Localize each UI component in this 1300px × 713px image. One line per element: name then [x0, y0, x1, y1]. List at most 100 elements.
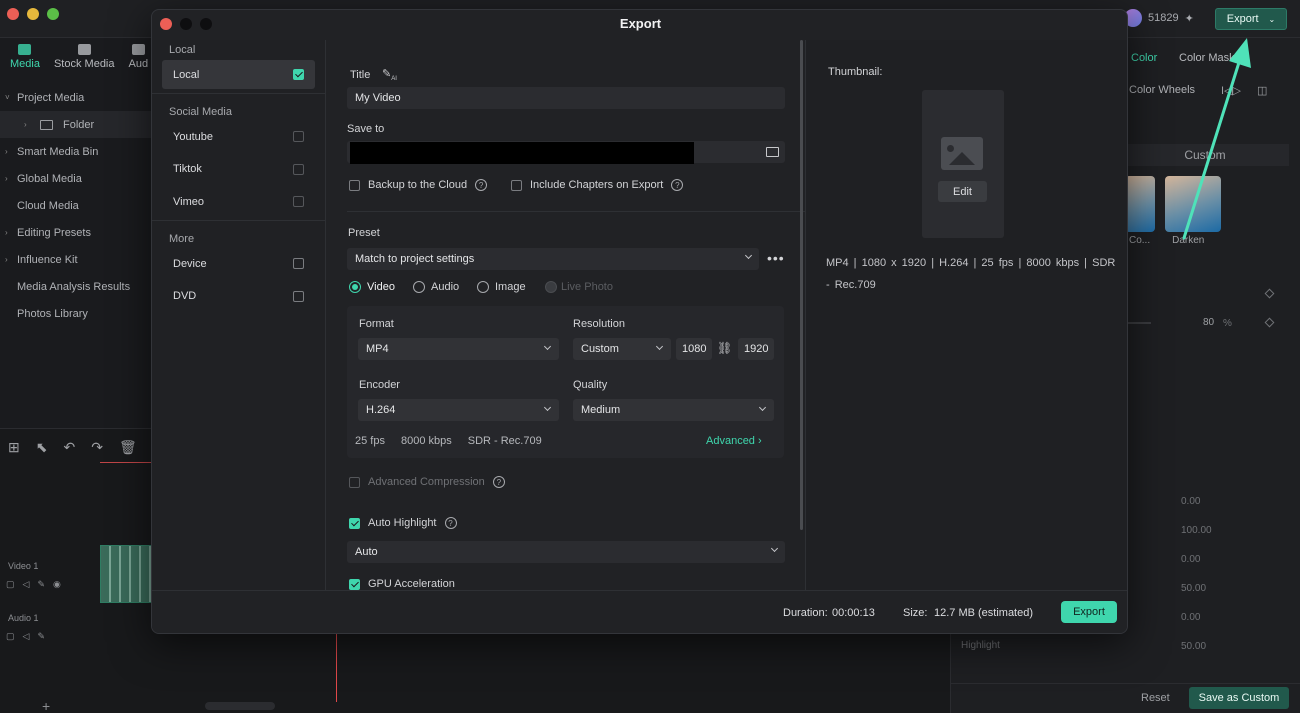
tab-stock-media[interactable]: Stock Media	[54, 44, 115, 70]
tree-item-global-media[interactable]: › Global Media	[0, 165, 152, 192]
radio-audio-button[interactable]	[413, 281, 425, 293]
reset-button[interactable]: Reset	[1141, 692, 1170, 704]
backup-cloud-checkbox[interactable]	[349, 179, 360, 191]
local-checkbox[interactable]	[293, 69, 304, 80]
divider	[347, 211, 805, 212]
video-clip[interactable]	[100, 545, 152, 603]
title-input[interactable]: My Video	[347, 87, 785, 109]
radio-video-label: Video	[367, 281, 395, 293]
minimize-window-button[interactable]	[27, 8, 39, 20]
help-icon[interactable]: ?	[671, 179, 684, 191]
grid-icon[interactable]: ⊞	[8, 439, 20, 456]
gpu-acceleration-option[interactable]: GPU Acceleration	[349, 578, 455, 590]
resolution-select[interactable]: Custom	[573, 338, 671, 360]
preset-select[interactable]: Match to project settings	[347, 248, 759, 270]
tree-item-photos-library[interactable]: Photos Library	[0, 300, 152, 327]
add-track-icon[interactable]: +	[42, 698, 50, 713]
auto-highlight-option[interactable]: Auto Highlight ?	[349, 517, 457, 529]
radio-audio[interactable]: Audio	[413, 281, 459, 293]
tree-item-influence-kit[interactable]: › Influence Kit	[0, 246, 152, 273]
destination-dvd[interactable]: DVD	[162, 282, 315, 311]
youtube-checkbox[interactable]	[293, 131, 304, 142]
user-badge[interactable]: 51829 ✦	[1124, 9, 1194, 27]
encoder-select[interactable]: H.264	[358, 399, 559, 421]
maximize-window-button[interactable]	[47, 8, 59, 20]
width-input[interactable]: 1080	[676, 338, 712, 360]
backup-cloud-option[interactable]: Backup to the Cloud ?	[349, 179, 488, 191]
include-chapters-option[interactable]: Include Chapters on Export ?	[511, 179, 684, 191]
link-icon[interactable]: ⛓	[717, 341, 732, 355]
quality-select[interactable]: Medium	[573, 399, 774, 421]
tab-audio[interactable]: Aud	[129, 44, 148, 70]
quality-label: Quality	[573, 379, 608, 391]
lock-icon[interactable]: ▢	[6, 631, 15, 642]
mute-icon[interactable]: ✎	[37, 579, 45, 590]
tab-custom[interactable]: Custom	[1121, 144, 1289, 166]
timeline-scrollbar[interactable]	[205, 702, 275, 710]
preset-thumbnail-darken[interactable]	[1165, 176, 1221, 232]
form-scrollbar[interactable]	[800, 40, 803, 530]
radio-image[interactable]: Image	[477, 281, 526, 293]
radio-video[interactable]: Video	[349, 281, 395, 293]
delete-icon[interactable]: 🗑	[119, 439, 137, 456]
tab-color-wheels[interactable]: Color Wheels	[1129, 84, 1195, 96]
preset-label: Co...	[1129, 235, 1151, 246]
tab-color[interactable]: Color	[1131, 52, 1157, 64]
help-icon[interactable]: ?	[444, 517, 457, 529]
destination-youtube[interactable]: Youtube	[162, 122, 315, 151]
tab-color-mask[interactable]: Color Mask	[1179, 52, 1235, 64]
close-window-button[interactable]	[7, 8, 19, 20]
split-view-icon[interactable]: ◫	[1257, 84, 1267, 97]
include-chapters-checkbox[interactable]	[511, 179, 522, 191]
tree-item-cloud-media[interactable]: Cloud Media	[0, 192, 152, 219]
eye-icon[interactable]: ◉	[53, 579, 61, 590]
more-options-icon[interactable]: •••	[767, 250, 785, 266]
edit-thumbnail-button[interactable]: Edit	[938, 181, 987, 202]
help-icon[interactable]: ?	[475, 179, 488, 191]
tree-item-project-media[interactable]: ˅ Project Media	[0, 84, 152, 111]
tab-media[interactable]: Media	[10, 44, 40, 70]
tree-item-editing-presets[interactable]: › Editing Presets	[0, 219, 152, 246]
gpu-acceleration-checkbox[interactable]	[349, 578, 360, 590]
gpu-acceleration-label: GPU Acceleration	[368, 578, 455, 590]
save-as-custom-button[interactable]: Save as Custom	[1189, 687, 1289, 709]
keyframe-icon[interactable]	[1264, 317, 1275, 328]
destination-device[interactable]: Device	[162, 249, 315, 278]
undo-icon[interactable]: ↶	[63, 439, 75, 456]
dvd-checkbox[interactable]	[293, 290, 304, 302]
vimeo-checkbox[interactable]	[293, 196, 304, 207]
slider-value: 0.00	[1181, 554, 1201, 565]
advanced-link[interactable]: Advanced ›	[706, 435, 762, 447]
destination-local[interactable]: Local	[162, 60, 315, 89]
height-input[interactable]: 1920	[738, 338, 774, 360]
ai-pen-icon[interactable]: ✎AI	[382, 67, 397, 82]
select-tool-icon[interactable]: ⬉	[36, 439, 48, 456]
device-checkbox[interactable]	[293, 258, 304, 269]
auto-highlight-select[interactable]: Auto	[347, 541, 785, 563]
auto-highlight-checkbox[interactable]	[349, 517, 360, 529]
help-icon[interactable]: ?	[492, 476, 505, 488]
destination-vimeo[interactable]: Vimeo	[162, 187, 315, 216]
tiktok-checkbox[interactable]	[293, 163, 304, 175]
mute-icon[interactable]: ✎	[37, 631, 45, 642]
app-export-button[interactable]: Export ⌄	[1215, 8, 1287, 30]
radio-image-button[interactable]	[477, 281, 489, 293]
tree-item-folder[interactable]: › Folder	[0, 111, 152, 138]
chevron-down-icon	[543, 403, 552, 412]
speaker-icon[interactable]: ◁	[23, 579, 30, 590]
destination-tiktok[interactable]: Tiktok	[162, 155, 315, 184]
encoder-label: Encoder	[359, 379, 400, 391]
tree-item-smart-media-bin[interactable]: › Smart Media Bin	[0, 138, 152, 165]
redo-icon[interactable]: ↷	[91, 439, 103, 456]
folder-icon[interactable]	[766, 147, 779, 157]
keyframe-icon[interactable]	[1264, 288, 1275, 299]
save-path-input[interactable]	[347, 141, 785, 164]
compare-icon[interactable]: I◁▷	[1221, 84, 1241, 97]
preset-thumbnail[interactable]	[1125, 176, 1155, 232]
radio-video-button[interactable]	[349, 281, 361, 293]
tree-item-media-analysis[interactable]: Media Analysis Results	[0, 273, 152, 300]
export-button[interactable]: Export	[1061, 601, 1117, 623]
speaker-icon[interactable]: ◁	[23, 631, 30, 642]
format-select[interactable]: MP4	[358, 338, 559, 360]
lock-icon[interactable]: ▢	[6, 579, 15, 590]
